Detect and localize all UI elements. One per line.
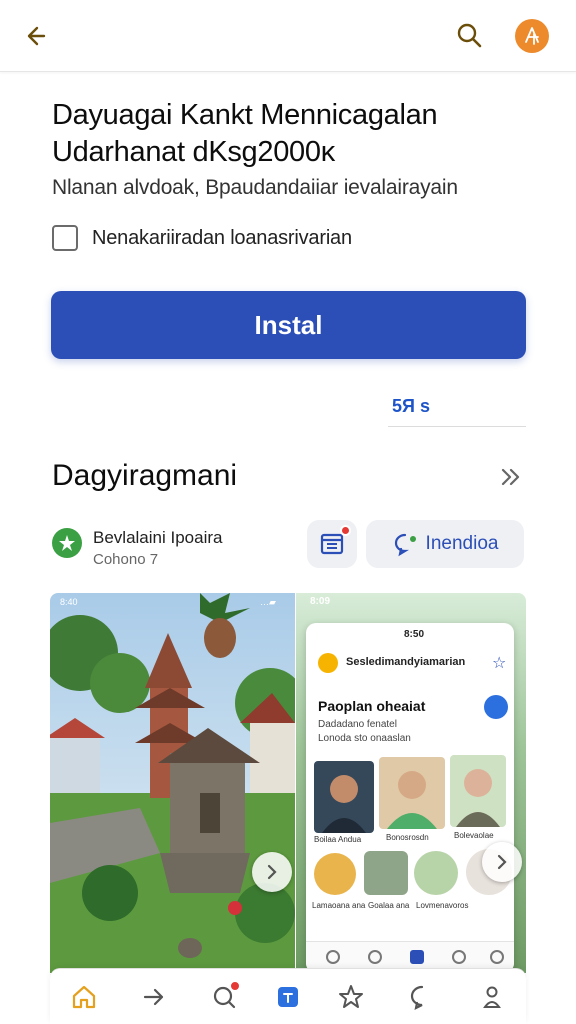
shot2-status-time: 8:09 (310, 596, 331, 607)
section-title: Dagyiragmani (52, 459, 238, 492)
install-button-label: Instal (254, 309, 323, 340)
bottom-navigation (50, 968, 526, 1024)
person-photo (314, 761, 374, 833)
phone-subtitle-1: Dadadano fenatel (318, 719, 397, 730)
search-button[interactable] (454, 20, 486, 52)
phone-header-text: Sesledimandyiamarian (346, 656, 466, 668)
phone-section-title: Paoplan oheaiat (318, 698, 426, 714)
developer-name[interactable]: Bevlalaini Ipoaira (93, 528, 222, 548)
back-button[interactable] (22, 20, 54, 52)
developer-subtitle: Cohono 7 (93, 551, 159, 568)
nav-home[interactable] (68, 981, 100, 1013)
chat-bubble-icon (394, 533, 416, 557)
person-photo (379, 757, 445, 829)
option-checkbox[interactable] (52, 225, 78, 251)
nav-icon (326, 950, 340, 964)
phone-app-icon (318, 653, 338, 673)
nav-profile[interactable] (476, 981, 508, 1013)
person-photo (450, 755, 506, 827)
carousel-next-button-2[interactable] (482, 842, 522, 882)
arrow-right-icon (143, 988, 164, 1006)
profile-avatar-button[interactable] (515, 19, 549, 53)
person-photo (364, 851, 408, 895)
message-icon (410, 985, 424, 1010)
phone-status-time: 8:50 (404, 629, 425, 640)
app-title-line-2: Udarhanat dKsg2000ĸ (52, 136, 335, 168)
app-subtitle: Nlanan alvdoak, Bpaudandaiiar ievalairay… (52, 176, 458, 199)
nav-icon (490, 950, 504, 964)
chevron-right-icon (267, 864, 277, 880)
photo-caption: Lamaoana ana (312, 901, 366, 910)
star-icon (339, 985, 363, 1008)
nav-forward[interactable] (138, 981, 170, 1013)
star-icon: ☆ (492, 655, 507, 672)
photo-caption: Goalaa ana (368, 901, 410, 910)
screenshot-2[interactable]: 8:09 8:50 Sesledimandyiamarian ☆ Paoplan… (296, 593, 526, 973)
translate-button-label: Inendioa (425, 533, 499, 554)
nav-chat[interactable] (208, 981, 240, 1013)
carousel-next-button[interactable] (252, 852, 292, 892)
divider (388, 426, 526, 427)
search-icon (457, 23, 482, 48)
section-more-button[interactable] (496, 462, 526, 492)
temple-garden-image: 8:40 …▰ (50, 593, 295, 973)
option-checkbox-row[interactable]: Nenakariiradan loanasrivarian (52, 225, 352, 251)
developer-logo-icon (59, 535, 75, 551)
top-app-bar (0, 0, 576, 72)
app-title-line-1: Dayuagai Kankt Mennicagalan (52, 99, 438, 131)
nav-icon (368, 950, 382, 964)
screenshot-1[interactable]: 8:40 …▰ (50, 593, 295, 973)
developer-logo (52, 528, 82, 558)
person-photo (314, 853, 356, 895)
photo-caption: Boilaa Andua (314, 835, 362, 844)
photo-caption: Bonosrosdn (386, 833, 429, 842)
shot1-status-right: …▰ (260, 597, 276, 607)
double-chevron-right-icon (501, 468, 520, 486)
notification-badge (340, 525, 351, 536)
nav-icon (452, 950, 466, 964)
photo-caption: Lovmenavoros (416, 901, 469, 910)
nav-apps[interactable] (272, 981, 304, 1013)
profile-avatar-icon (525, 27, 539, 45)
shot1-status-time: 8:40 (60, 597, 78, 607)
person-icon (483, 986, 501, 1008)
home-icon (72, 985, 96, 1009)
translate-button[interactable]: Inendioa (366, 520, 524, 568)
install-button[interactable]: Instal (51, 291, 526, 359)
person-photo (414, 851, 458, 895)
chevron-right-icon (497, 854, 507, 870)
nav-icon (410, 950, 424, 964)
arrow-left-icon (27, 26, 46, 46)
apps-icon (278, 987, 298, 1007)
phone-action-button (484, 695, 508, 719)
nav-messages[interactable] (406, 981, 438, 1013)
phone-subtitle-2: Lonoda sto onaaslan (318, 733, 411, 744)
app-title: Dayuagai Kankt Mennicagalan Udarhanat dK… (52, 97, 532, 171)
phone-mockup: 8:50 Sesledimandyiamarian ☆ Paoplan ohea… (306, 623, 514, 973)
rating-text: 5Я s (392, 396, 430, 416)
nav-star[interactable] (335, 981, 367, 1013)
share-button[interactable] (307, 520, 357, 568)
option-checkbox-label: Nenakariiradan loanasrivarian (92, 226, 352, 249)
photo-caption: Bolevaolae (454, 831, 494, 840)
notification-badge (230, 981, 240, 991)
